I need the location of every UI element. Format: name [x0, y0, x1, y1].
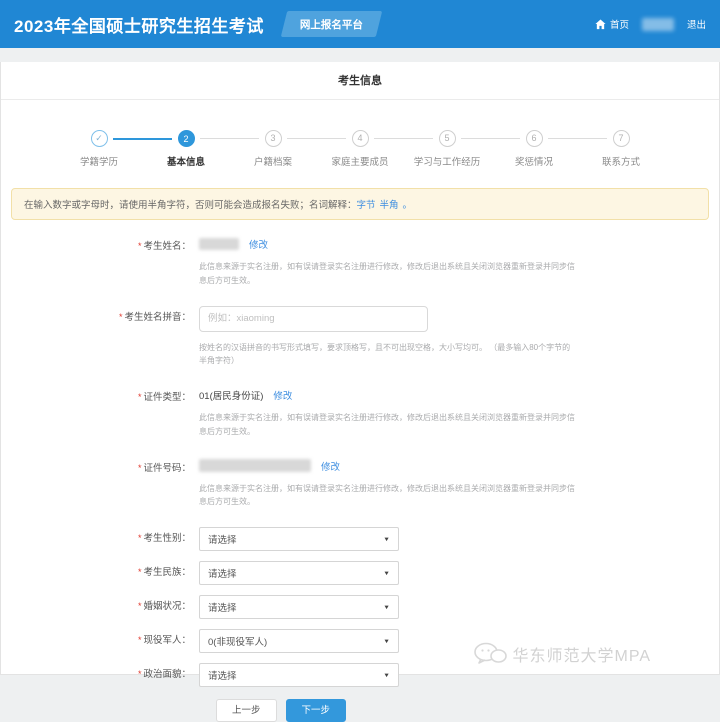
- logout-link[interactable]: 退出: [687, 17, 706, 31]
- id-type-value: 01(居民身份证): [199, 391, 264, 402]
- military-select[interactable]: 0(非现役军人) ▼: [199, 629, 399, 653]
- home-icon: [595, 18, 606, 29]
- edit-name-link[interactable]: 修改: [249, 237, 268, 251]
- gender-label: * 考生性别：: [137, 533, 191, 544]
- step-label: 户籍档案: [253, 157, 292, 168]
- political-select-value: 请选择: [208, 671, 237, 682]
- step-label: 家庭主要成员: [331, 157, 389, 168]
- required-mark: *: [137, 567, 142, 577]
- id-type-row: * 证件类型： 01(居民身份证) 修改 此信息来源于实名注册，如有误请登录实名注…: [1, 386, 719, 439]
- id-number-row: * 证件号码： 修改 此信息来源于实名注册，如有误请登录实名注册进行修改，修改后退…: [1, 457, 719, 510]
- required-mark: *: [137, 392, 142, 402]
- page-title: 考生信息: [1, 62, 719, 100]
- ethnic-select-value: 请选择: [208, 569, 237, 580]
- ethnic-label: * 考生民族：: [137, 567, 191, 578]
- gender-select[interactable]: 请选择 ▼: [199, 527, 399, 551]
- top-header: 2023年全国硕士研究生招生考试 网上报名平台 首页 退出: [0, 0, 720, 48]
- political-select[interactable]: 请选择 ▼: [199, 663, 399, 687]
- app-title: 2023年全国硕士研究生招生考试: [14, 16, 264, 36]
- step-label: 联系方式: [601, 157, 640, 168]
- warning-text: 在输入数字或字母时，请使用半角字符，否则可能会造成报名失败；名词解释：: [24, 200, 357, 211]
- political-label: * 政治面貌：: [137, 669, 191, 680]
- required-mark: *: [137, 635, 142, 645]
- marital-select-value: 请选择: [208, 603, 237, 614]
- step-jiating-chengyuan[interactable]: 4 家庭主要成员: [317, 130, 433, 168]
- username-redacted: [641, 17, 674, 31]
- marital-label: * 婚姻状况：: [137, 601, 191, 612]
- gender-select-value: 请选择: [208, 535, 237, 546]
- marital-select[interactable]: 请选择 ▼: [199, 595, 399, 619]
- wechat-icon: [473, 642, 507, 664]
- step-number: 7: [612, 130, 630, 147]
- step-label: 奖惩情况: [514, 157, 553, 168]
- id-type-help: 此信息来源于实名注册，如有误请登录实名注册进行修改，修改后退出系统且关闭浏览器重…: [199, 413, 575, 436]
- chevron-down-icon: ▼: [383, 638, 390, 644]
- required-mark: *: [137, 601, 142, 611]
- candidate-name-row: * 考生姓名： 修改 此信息来源于实名注册，如有误请登录实名注册进行修改，修改后退…: [1, 235, 719, 288]
- step-jiangcheng[interactable]: 6 奖惩情况: [491, 130, 607, 168]
- halfwidth-definition-link[interactable]: 半角: [380, 200, 399, 211]
- chevron-down-icon: ▼: [383, 672, 390, 678]
- required-mark: *: [137, 669, 142, 679]
- name-pinyin-label: * 考生姓名拼音：: [118, 311, 191, 323]
- step-number: 6: [525, 130, 543, 147]
- platform-badge-label: 网上报名平台: [299, 19, 363, 31]
- step-number: 2: [177, 130, 195, 147]
- step-number: 3: [264, 130, 282, 147]
- edit-id-type-link[interactable]: 修改: [273, 388, 292, 402]
- step-number: 5: [438, 130, 456, 147]
- id-number-help: 此信息来源于实名注册，如有误请登录实名注册进行修改，修改后退出系统且关闭浏览器重…: [199, 483, 575, 507]
- step-lianxi-fangshi[interactable]: 7 联系方式: [578, 130, 665, 168]
- chevron-down-icon: ▼: [383, 604, 390, 610]
- ethnic-select[interactable]: 请选择 ▼: [199, 561, 399, 585]
- watermark-text: 华东师范大学MPA: [512, 648, 651, 665]
- required-mark: *: [118, 311, 123, 322]
- step-indicator: ✓ 学籍学历 2 基本信息 3 户籍档案 4 家庭主要成员 5 学习与工作经历 …: [1, 100, 719, 182]
- candidate-name-help: 此信息来源于实名注册，如有误请登录实名注册进行修改，修改后退出系统且关闭浏览器重…: [199, 262, 575, 285]
- name-pinyin-input[interactable]: [199, 305, 428, 332]
- halfwidth-warning-banner: 在输入数字或字母时，请使用半角字符，否则可能会造成报名失败；名词解释：字节 半角。: [11, 188, 709, 220]
- step-label: 学籍学历: [79, 157, 118, 168]
- step-xuexi-gongzuo[interactable]: 5 学习与工作经历: [404, 130, 520, 168]
- id-number-label: * 证件号码：: [137, 462, 191, 474]
- required-mark: *: [137, 533, 142, 543]
- step-number: 4: [351, 130, 369, 147]
- edit-id-number-link[interactable]: 修改: [321, 459, 340, 473]
- step-check-icon: ✓: [90, 130, 108, 147]
- next-step-button[interactable]: 下一步: [285, 699, 347, 722]
- candidate-name-redacted: [199, 238, 239, 250]
- political-row: * 政治面貌： 请选择 ▼: [1, 663, 719, 687]
- marital-row: * 婚姻状况： 请选择 ▼: [1, 595, 719, 619]
- name-pinyin-help: 按姓名的汉语拼音的书写形式填写，要求顶格写，且不可出现空格，大小写均可。 （最多…: [199, 342, 571, 366]
- watermark: 华东师范大学MPA: [473, 642, 652, 666]
- platform-badge: 网上报名平台: [280, 11, 383, 37]
- warning-suffix: 。: [402, 200, 413, 211]
- previous-step-button[interactable]: 上一步: [216, 699, 277, 722]
- step-label: 学习与工作经历: [413, 157, 481, 168]
- name-pinyin-row: *考生姓名拼音： 按姓名的汉语拼音的书写形式填写，要求顶格写，且不可出现空格，大…: [1, 305, 719, 369]
- military-select-value: 0(非现役军人): [208, 637, 268, 648]
- byte-definition-link[interactable]: 字节: [357, 200, 376, 211]
- gender-row: * 考生性别： 请选择 ▼: [1, 527, 719, 551]
- ethnic-row: * 考生民族： 请选择 ▼: [1, 561, 719, 585]
- military-label: * 现役军人：: [137, 635, 191, 646]
- required-mark: *: [137, 462, 142, 473]
- main-content: 考生信息 ✓ 学籍学历 2 基本信息 3 户籍档案 4 家庭主要成员 5 学习与…: [0, 62, 720, 722]
- step-label: 基本信息: [166, 157, 205, 168]
- chevron-down-icon: ▼: [383, 536, 390, 542]
- step-huji-dangan[interactable]: 3 户籍档案: [230, 130, 346, 168]
- form-actions: 上一步 下一步: [216, 699, 719, 722]
- required-mark: *: [137, 241, 142, 251]
- id-number-redacted: [199, 459, 311, 472]
- step-jiben-xinxi[interactable]: 2 基本信息: [143, 130, 259, 168]
- step-xueji-xueli[interactable]: ✓ 学籍学历: [56, 130, 172, 168]
- home-link[interactable]: 首页: [595, 17, 629, 31]
- candidate-name-label: * 考生姓名：: [137, 241, 191, 252]
- id-type-label: * 证件类型：: [137, 392, 191, 403]
- home-label: 首页: [609, 20, 629, 31]
- chevron-down-icon: ▼: [383, 570, 390, 576]
